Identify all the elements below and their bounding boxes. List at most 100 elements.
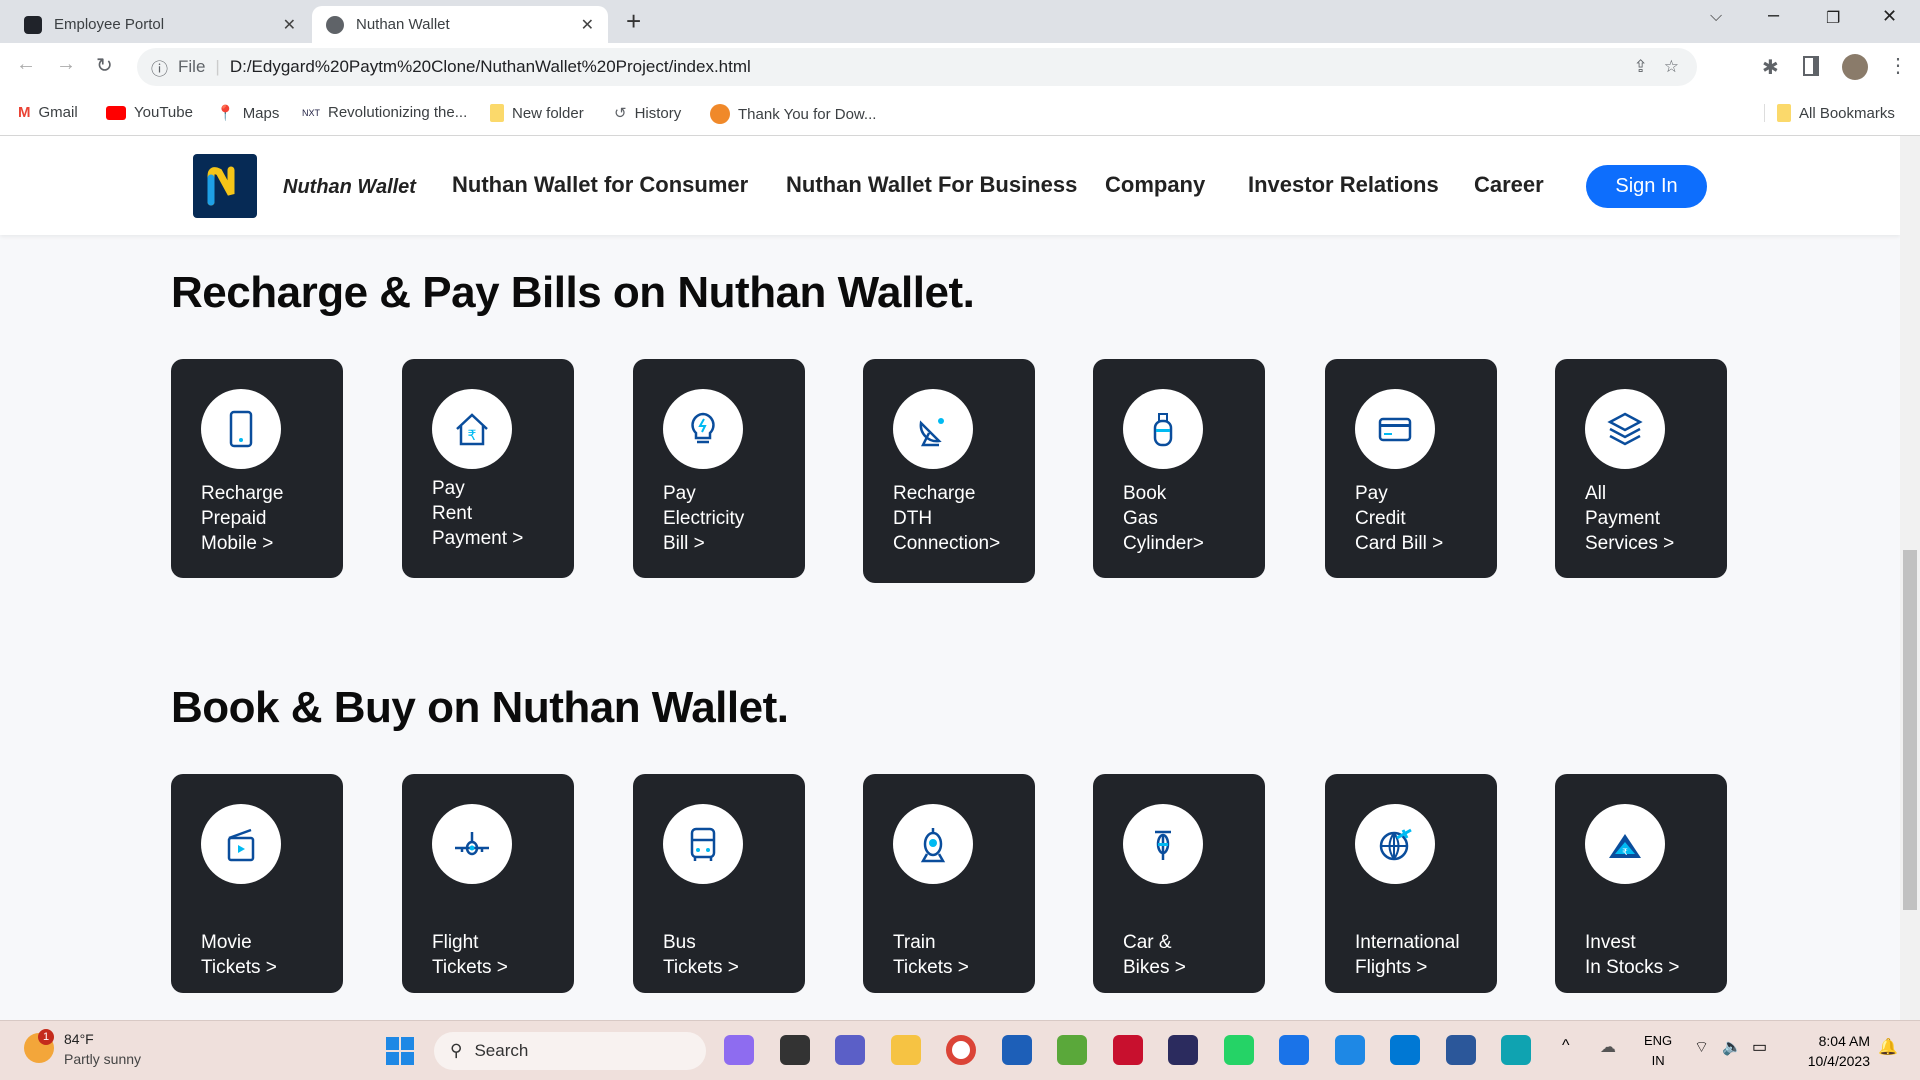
tab-nuthan-wallet[interactable]: Nuthan Wallet ✕ bbox=[312, 6, 608, 43]
card-label: Pay Credit Card Bill > bbox=[1355, 481, 1443, 556]
address-bar[interactable]: ⓘ File | D:/Edygard%20Paytm%20Clone/Nuth… bbox=[137, 48, 1697, 86]
card-label: Train Tickets > bbox=[893, 930, 969, 980]
service-card-bulb[interactable]: Pay Electricity Bill > bbox=[633, 359, 805, 578]
service-card-movie[interactable]: Movie Tickets > bbox=[171, 774, 343, 993]
service-card-bus[interactable]: Bus Tickets > bbox=[633, 774, 805, 993]
bookmark-gmail[interactable]: M Gmail bbox=[18, 104, 78, 121]
flight-icon bbox=[432, 804, 512, 884]
nav-company[interactable]: Company bbox=[1105, 172, 1205, 198]
clock[interactable]: 8:04 AM 10/4/2023 bbox=[1790, 1031, 1870, 1071]
bookmark-revolutionizing[interactable]: NXT Revolutionizing the... bbox=[302, 104, 467, 121]
minimize-icon[interactable]: – bbox=[1768, 4, 1779, 27]
forward-icon[interactable]: → bbox=[56, 53, 76, 76]
close-tab-icon[interactable]: ✕ bbox=[581, 15, 594, 35]
service-card-train[interactable]: Train Tickets > bbox=[863, 774, 1035, 993]
battery-icon[interactable]: ▭ bbox=[1752, 1037, 1767, 1057]
history-icon: ↺ bbox=[614, 105, 627, 122]
card-label-line: DTH bbox=[893, 508, 933, 529]
tray-chevron-icon[interactable]: ^ bbox=[1562, 1037, 1570, 1055]
card-label-line: Recharge bbox=[201, 483, 284, 504]
back-icon[interactable]: ← bbox=[16, 53, 36, 76]
service-card-gas-cylinder[interactable]: Book Gas Cylinder> bbox=[1093, 359, 1265, 578]
service-card-layers[interactable]: All Payment Services > bbox=[1555, 359, 1727, 578]
bulb-icon bbox=[663, 389, 743, 469]
file-explorer-icon[interactable] bbox=[890, 1035, 921, 1065]
bookmark-label: Thank You for Dow... bbox=[738, 105, 877, 123]
nav-consumer[interactable]: Nuthan Wallet for Consumer bbox=[452, 172, 748, 198]
nav-career[interactable]: Career bbox=[1474, 172, 1544, 198]
nav-investor-relations[interactable]: Investor Relations bbox=[1248, 172, 1439, 198]
edge-icon[interactable] bbox=[1501, 1035, 1531, 1065]
service-card-globe-plane[interactable]: International Flights > bbox=[1325, 774, 1497, 993]
logo[interactable] bbox=[193, 154, 257, 218]
url-scheme: File bbox=[178, 57, 206, 76]
tab-search-chevron-icon[interactable]: ⌵ bbox=[1710, 8, 1722, 26]
app-icon[interactable] bbox=[1057, 1035, 1087, 1065]
app-icon-2[interactable] bbox=[1334, 1035, 1365, 1065]
bookmark-star-icon[interactable]: ☆ bbox=[1664, 57, 1679, 77]
service-card-satellite-dish[interactable]: Recharge DTH Connection> bbox=[863, 359, 1035, 583]
card-label-line: Card Bill > bbox=[1355, 533, 1444, 554]
restore-icon[interactable]: ❐ bbox=[1826, 8, 1840, 28]
bookmark-youtube[interactable]: YouTube bbox=[106, 104, 193, 121]
word-icon[interactable] bbox=[1445, 1035, 1476, 1065]
menu-icon[interactable]: ⋮ bbox=[1888, 53, 1908, 78]
card-label: Recharge Prepaid Mobile > bbox=[201, 481, 283, 556]
bookmark-label: Gmail bbox=[38, 104, 78, 121]
whatsapp-icon[interactable] bbox=[1223, 1035, 1254, 1065]
notification-bell-icon[interactable]: 🔔 bbox=[1878, 1037, 1898, 1057]
bookmark-new-folder[interactable]: New folder bbox=[490, 104, 584, 122]
scrollbar[interactable] bbox=[1900, 136, 1920, 1020]
sign-in-button[interactable]: Sign In bbox=[1586, 165, 1707, 208]
side-panel-icon[interactable] bbox=[1803, 56, 1819, 76]
nav-business[interactable]: Nuthan Wallet For Business bbox=[786, 172, 1077, 198]
close-window-icon[interactable]: ✕ bbox=[1882, 6, 1897, 27]
mcafee-icon[interactable] bbox=[1112, 1035, 1143, 1065]
share-icon[interactable]: ⇪ bbox=[1634, 57, 1648, 77]
card-label-line: International bbox=[1355, 932, 1460, 953]
taskbar-search[interactable]: ⚲ Search bbox=[434, 1032, 706, 1070]
tab-employee-portol[interactable]: Employee Portol ✕ bbox=[10, 6, 310, 43]
service-card-mobile[interactable]: Recharge Prepaid Mobile > bbox=[171, 359, 343, 578]
close-tab-icon[interactable]: ✕ bbox=[283, 15, 296, 35]
onedrive-icon[interactable]: ☁ bbox=[1600, 1037, 1616, 1057]
service-card-scooter[interactable]: Car & Bikes > bbox=[1093, 774, 1265, 993]
bookmark-thank-you[interactable]: Thank You for Dow... bbox=[710, 104, 876, 124]
service-card-credit-card[interactable]: Pay Credit Card Bill > bbox=[1325, 359, 1497, 578]
language-indicator[interactable]: ENG IN bbox=[1644, 1031, 1672, 1071]
service-card-flight[interactable]: Flight Tickets > bbox=[402, 774, 574, 993]
brand-name[interactable]: Nuthan Wallet bbox=[283, 176, 416, 199]
windows-start-icon[interactable] bbox=[386, 1037, 414, 1065]
card-label-line: Movie bbox=[201, 932, 252, 953]
scrollbar-thumb[interactable] bbox=[1903, 550, 1917, 910]
new-tab-icon[interactable]: + bbox=[626, 6, 641, 37]
task-view-icon[interactable] bbox=[779, 1035, 810, 1065]
url-text[interactable]: D:/Edygard%20Paytm%20Clone/NuthanWallet%… bbox=[230, 57, 751, 77]
card-label: All Payment Services > bbox=[1585, 481, 1674, 556]
extensions-icon[interactable]: ✱ bbox=[1762, 55, 1779, 80]
card-label-line: Mobile > bbox=[201, 533, 274, 554]
teams-icon[interactable] bbox=[835, 1035, 865, 1065]
svg-text:₹: ₹ bbox=[1622, 847, 1628, 857]
maps-icon[interactable] bbox=[1279, 1035, 1309, 1065]
card-label-line: Book bbox=[1123, 483, 1167, 504]
chrome-icon[interactable] bbox=[946, 1035, 976, 1065]
service-card-stocks[interactable]: ₹ Invest In Stocks > bbox=[1555, 774, 1727, 993]
service-card-rent-house[interactable]: ₹ Pay Rent Payment > bbox=[402, 359, 574, 578]
card-label-line: Bus bbox=[663, 932, 696, 953]
volume-icon[interactable]: 🔈 bbox=[1722, 1037, 1742, 1057]
bookmark-label: YouTube bbox=[134, 104, 193, 121]
eclipse-icon[interactable] bbox=[1168, 1035, 1198, 1065]
bookmark-maps[interactable]: 📍 Maps bbox=[216, 104, 279, 123]
avatar[interactable] bbox=[1842, 54, 1868, 80]
all-bookmarks[interactable]: All Bookmarks bbox=[1764, 104, 1895, 122]
temperature: 84°F bbox=[64, 1031, 94, 1047]
credit-card-icon bbox=[1355, 389, 1435, 469]
wifi-icon[interactable]: ⌔ bbox=[1694, 1037, 1709, 1057]
vscode-icon[interactable] bbox=[1390, 1035, 1420, 1065]
copilot-icon[interactable] bbox=[724, 1035, 754, 1065]
card-label-line: Pay bbox=[1355, 483, 1388, 504]
reload-icon[interactable]: ↻ bbox=[96, 53, 113, 78]
ms-store-icon[interactable] bbox=[1001, 1035, 1032, 1065]
bookmark-history[interactable]: ↺ History bbox=[614, 104, 681, 123]
